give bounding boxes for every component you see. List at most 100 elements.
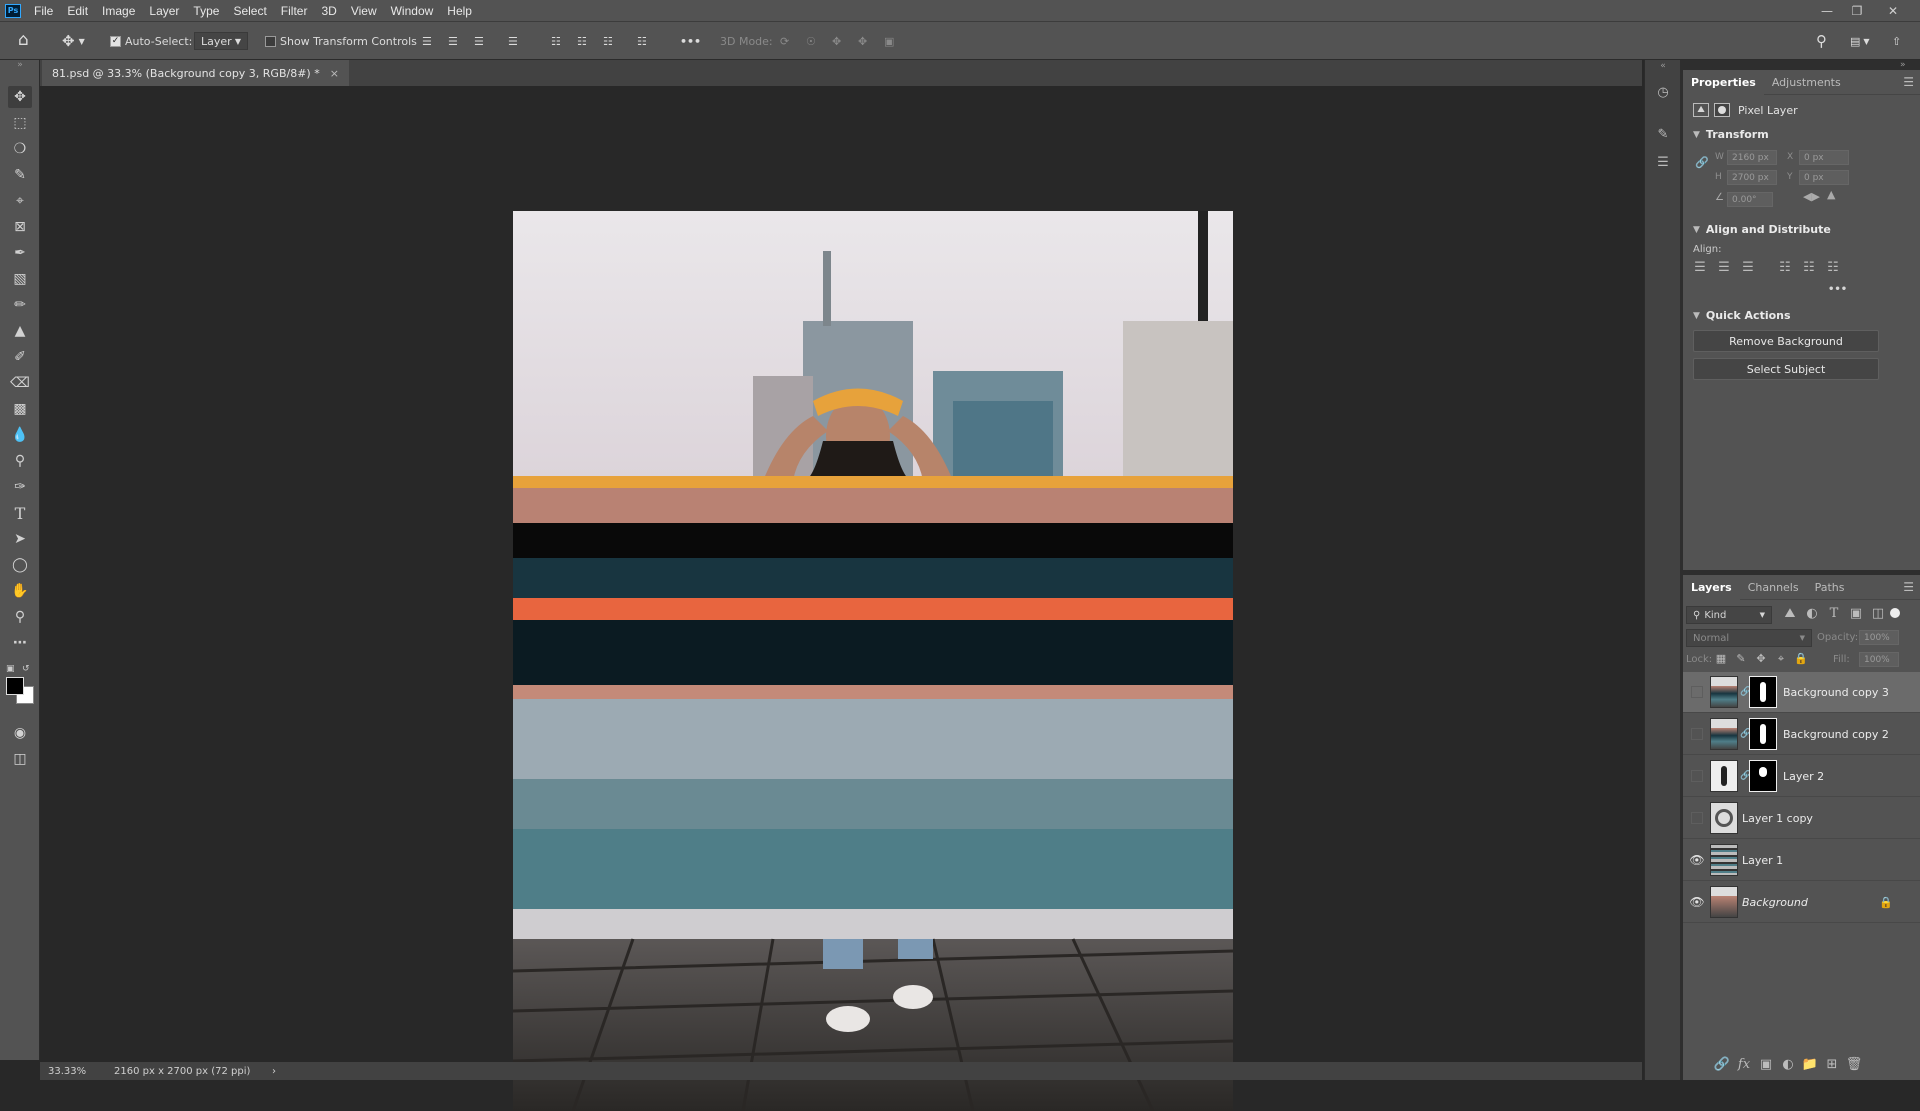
menu-help[interactable]: Help — [440, 4, 479, 18]
lock-icon[interactable]: 🔒 — [1879, 896, 1893, 909]
angle-field[interactable]: 0.00° — [1727, 192, 1773, 207]
menu-type[interactable]: Type — [186, 4, 226, 18]
menu-window[interactable]: Window — [384, 4, 441, 18]
eyedropper-tool-icon[interactable]: ✒ — [8, 242, 32, 264]
layer-mask-thumbnail[interactable] — [1749, 760, 1777, 792]
move-tool-preset-icon[interactable]: ✥ ▼ — [62, 32, 85, 50]
y-field[interactable]: 0 px — [1799, 170, 1849, 185]
panel-align-right-icon[interactable]: ☰ — [1739, 260, 1757, 275]
hand-tool-icon[interactable]: ✋ — [8, 580, 32, 602]
healing-brush-tool-icon[interactable]: ▧ — [8, 268, 32, 290]
clone-stamp-tool-icon[interactable]: ▲ — [8, 320, 32, 342]
3d-roll-icon[interactable]: ☉ — [806, 32, 816, 50]
filter-pixel-icon[interactable]: ⛰ — [1781, 606, 1799, 621]
tab-layers[interactable]: Layers — [1683, 574, 1740, 600]
layer-mask-thumbnail[interactable] — [1749, 718, 1777, 750]
layer-name[interactable]: Background — [1742, 896, 1808, 909]
3d-orbit-icon[interactable]: ⟳ — [780, 32, 789, 50]
photoshop-logo-icon[interactable]: Ps — [5, 3, 21, 18]
align-more-icon[interactable]: ••• — [1828, 284, 1847, 295]
pen-tool-icon[interactable]: ✑ — [8, 476, 32, 498]
move-tool-icon[interactable]: ✥ — [8, 86, 32, 108]
type-tool-icon[interactable]: T — [8, 502, 32, 524]
blend-mode-dropdown[interactable]: Normal ▼ — [1686, 629, 1812, 647]
tab-adjustments[interactable]: Adjustments — [1764, 70, 1849, 95]
layer-row-layer-1[interactable]: 👁 Layer 1 — [1683, 840, 1920, 881]
tab-paths[interactable]: Paths — [1807, 575, 1853, 600]
panel-align-left-icon[interactable]: ☰ — [1691, 260, 1709, 275]
panel-align-middle-icon[interactable]: ☷ — [1800, 260, 1818, 275]
distribute-vertical-icon[interactable]: ☰ — [508, 32, 518, 50]
select-subject-button[interactable]: Select Subject — [1693, 358, 1879, 380]
3d-pan-icon[interactable]: ✥ — [832, 32, 841, 50]
layer-name[interactable]: Layer 1 — [1742, 854, 1783, 867]
menu-view[interactable]: View — [344, 4, 384, 18]
visibility-toggle-off[interactable] — [1691, 812, 1703, 824]
minimize-icon[interactable]: — — [1812, 0, 1842, 21]
align-right-edges-icon[interactable]: ☰ — [474, 32, 484, 50]
mask-properties-icon[interactable] — [1714, 103, 1730, 117]
workspace-icon[interactable]: ▤ ▼ — [1850, 32, 1870, 50]
lock-transparent-icon[interactable]: ▦ — [1713, 652, 1729, 665]
crop-tool-icon[interactable]: ⌖ — [8, 190, 32, 212]
layer-name[interactable]: Layer 1 copy — [1742, 812, 1813, 825]
flip-vertical-icon[interactable]: ▲ — [1827, 188, 1835, 201]
panel-align-center-icon[interactable]: ☰ — [1715, 260, 1733, 275]
new-group-icon[interactable]: 📁 — [1801, 1057, 1819, 1072]
document-tab[interactable]: 81.psd @ 33.3% (Background copy 3, RGB/8… — [42, 60, 349, 86]
history-brush-tool-icon[interactable]: ✐ — [8, 346, 32, 368]
show-transform-controls-checkbox[interactable]: Show Transform Controls — [265, 32, 417, 50]
transform-section-header[interactable]: ▼ Transform — [1693, 128, 1769, 141]
align-horizontal-centers-icon[interactable]: ☰ — [448, 32, 458, 50]
distribute-horizontal-icon[interactable]: ☷ — [637, 32, 647, 50]
expand-panels-icon[interactable]: « — [1651, 60, 1675, 72]
more-options-icon[interactable]: ••• — [680, 32, 701, 50]
layer-name[interactable]: Background copy 3 — [1783, 686, 1889, 699]
layer-mask-thumbnail[interactable] — [1749, 676, 1777, 708]
lock-image-icon[interactable]: ✎ — [1733, 652, 1749, 665]
menu-image[interactable]: Image — [95, 4, 142, 18]
dodge-tool-icon[interactable]: ⚲ — [8, 450, 32, 472]
align-vertical-centers-icon[interactable]: ☷ — [577, 32, 587, 50]
filter-smart-object-icon[interactable]: ◫ — [1869, 606, 1887, 621]
canvas-area[interactable] — [40, 86, 1642, 1111]
foreground-color-swatch[interactable] — [6, 677, 24, 695]
default-colors-icon[interactable]: ▣ — [6, 664, 15, 674]
path-selection-tool-icon[interactable]: ➤ — [8, 528, 32, 550]
panel-align-top-icon[interactable]: ☷ — [1776, 260, 1794, 275]
quick-mask-icon[interactable]: ◉ — [8, 722, 32, 744]
tab-channels[interactable]: Channels — [1740, 575, 1807, 600]
opacity-field[interactable]: 100% — [1859, 630, 1899, 645]
layer-name[interactable]: Layer 2 — [1783, 770, 1824, 783]
quick-actions-section-header[interactable]: ▼ Quick Actions — [1693, 309, 1791, 322]
visibility-toggle-off[interactable] — [1691, 728, 1703, 740]
menu-select[interactable]: Select — [226, 4, 273, 18]
delete-layer-icon[interactable]: 🗑 — [1845, 1057, 1863, 1072]
frame-tool-icon[interactable]: ⊠ — [8, 216, 32, 238]
panel-align-bottom-icon[interactable]: ☷ — [1824, 260, 1842, 275]
lock-all-icon[interactable]: 🔒 — [1793, 652, 1809, 665]
visibility-toggle-off[interactable] — [1691, 686, 1703, 698]
search-icon[interactable]: ⚲ — [1816, 32, 1827, 50]
filter-shape-icon[interactable]: ▣ — [1847, 606, 1865, 621]
collapse-panels-icon[interactable]: » — [1900, 60, 1906, 70]
menu-edit[interactable]: Edit — [60, 4, 95, 18]
brush-tool-icon[interactable]: ✏ — [8, 294, 32, 316]
edit-toolbar-icon[interactable]: ⋯ — [8, 632, 32, 654]
flip-horizontal-icon[interactable]: ◀▶ — [1803, 190, 1820, 203]
swap-colors-icon[interactable]: ↺ — [22, 664, 30, 674]
align-section-header[interactable]: ▼ Align and Distribute — [1693, 223, 1831, 236]
lock-position-icon[interactable]: ✥ — [1753, 652, 1769, 665]
restore-icon[interactable]: ❐ — [1842, 0, 1872, 21]
fill-field[interactable]: 100% — [1859, 652, 1899, 667]
panel-menu-icon[interactable]: ☰ — [1903, 75, 1914, 89]
zoom-level[interactable]: 33.33% — [48, 1066, 108, 1077]
remove-background-button[interactable]: Remove Background — [1693, 330, 1879, 352]
blur-tool-icon[interactable]: 💧 — [8, 424, 32, 446]
eraser-tool-icon[interactable]: ⌫ — [8, 372, 32, 394]
filter-toggle-icon[interactable] — [1890, 608, 1900, 618]
status-menu-arrow-icon[interactable]: › — [272, 1066, 276, 1077]
filter-adjustment-icon[interactable]: ◐ — [1803, 606, 1821, 621]
eye-icon[interactable]: 👁 — [1689, 894, 1705, 910]
screen-mode-icon[interactable]: ◫ — [8, 748, 32, 770]
